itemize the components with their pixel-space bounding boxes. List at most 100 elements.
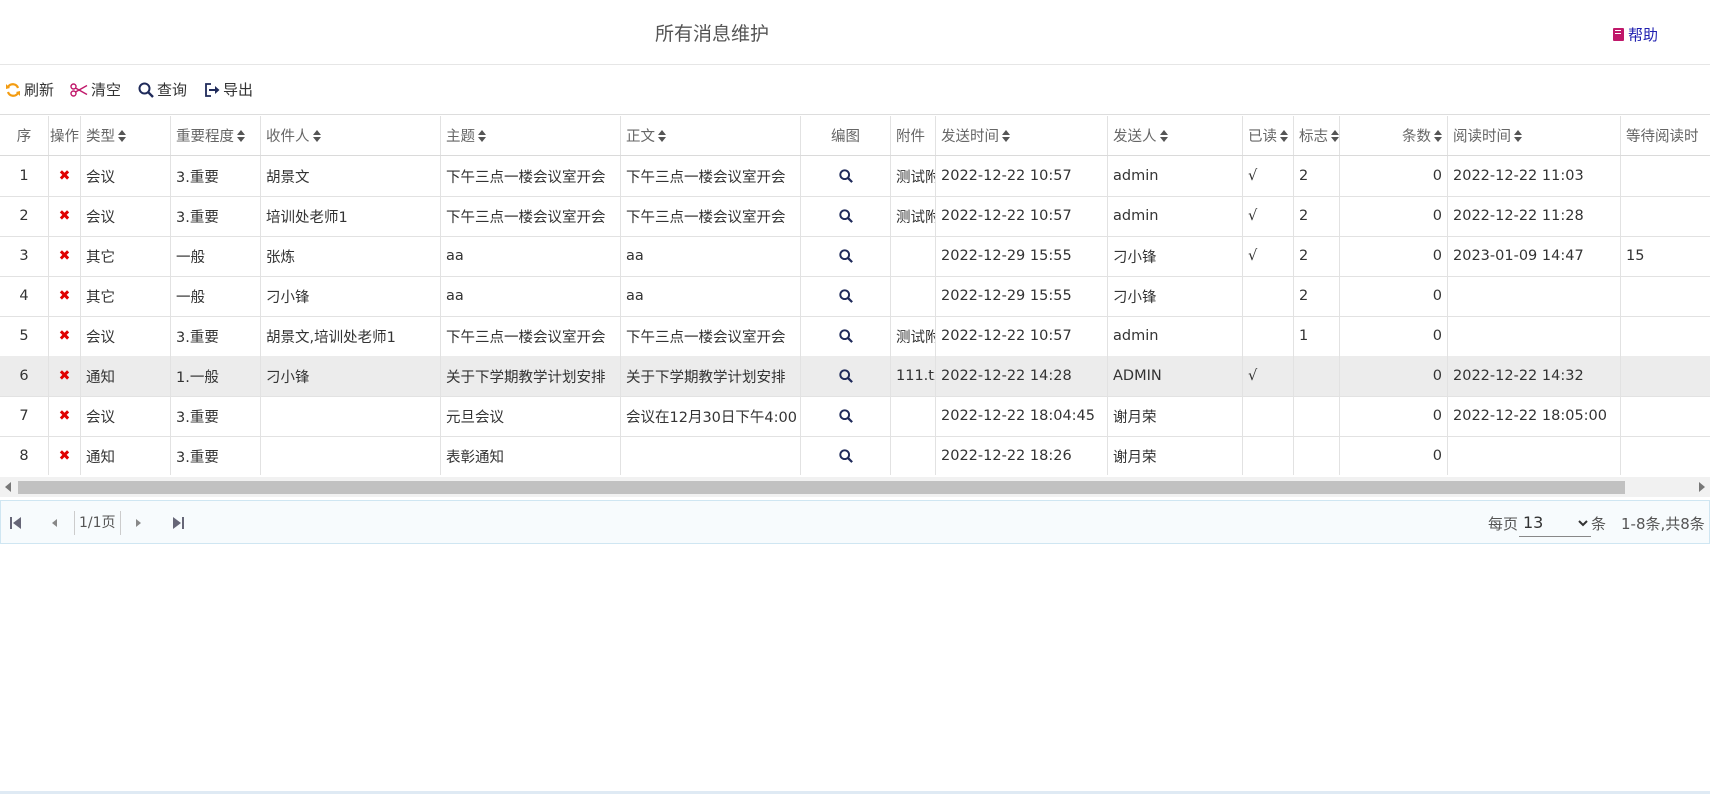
last-page-icon[interactable] (172, 516, 184, 530)
first-page-icon[interactable] (10, 516, 22, 530)
search-icon[interactable] (838, 409, 853, 423)
table-row[interactable]: 6✖通知1.一般刁小锋关于下学期教学计划安排关于下学期教学计划安排111.txt… (0, 356, 1710, 397)
cell-send-time: 2022-12-22 10:57 (936, 196, 1108, 236)
scroll-left-icon[interactable] (5, 482, 11, 492)
column-header-read-time[interactable]: 阅读时间 (1448, 116, 1621, 155)
cell-flag: 2 (1294, 196, 1340, 236)
column-header-send-time[interactable]: 发送时间 (936, 116, 1108, 155)
sort-icon[interactable] (1280, 129, 1288, 142)
sort-icon[interactable] (1331, 129, 1339, 142)
cell-subject: 表彰通知 (441, 436, 621, 475)
table-row[interactable]: 3 ✖ 其它 一般 张炼 aa aa 2022-12-29 15:55 刁小锋 √ 2 0 2023-0… (0, 236, 1710, 277)
column-header-wait: 等待阅读时 (1621, 116, 1710, 155)
cell-action: ✖ (49, 396, 81, 436)
delete-icon[interactable]: ✖ (59, 208, 71, 224)
column-header-read[interactable]: 已读 (1243, 116, 1294, 155)
record-range: 1-8条,共8条 (1621, 515, 1705, 533)
search-icon[interactable] (838, 449, 853, 463)
sort-icon[interactable] (118, 129, 126, 142)
search-icon[interactable] (838, 209, 853, 223)
cell-sender: admin (1108, 156, 1243, 196)
sort-icon[interactable] (478, 129, 486, 142)
query-button[interactable]: 查询 (138, 79, 187, 100)
sort-icon[interactable] (1002, 129, 1010, 142)
cell-action: ✖ (49, 156, 81, 196)
column-header-flag[interactable]: 标志 (1294, 116, 1340, 155)
column-header-importance[interactable]: 重要程度 (171, 116, 261, 155)
cell-type: 会议 (81, 396, 171, 436)
table-row[interactable]: 7 ✖ 会议 3.重要 元旦会议 会议在12月30日下午4:00 2022-12-22 18… (0, 396, 1710, 437)
column-header-attachment: 附件 (891, 116, 936, 155)
search-icon[interactable] (838, 169, 853, 183)
sort-icon[interactable] (312, 129, 321, 142)
cell-count: 0 (1340, 436, 1448, 475)
cell-recipient: 胡景文 (261, 156, 441, 196)
cell-seq: 3 (0, 236, 49, 276)
delete-icon[interactable]: ✖ (59, 368, 71, 384)
column-header-label: 类型 (86, 129, 115, 145)
cell-type: 通知 (81, 356, 171, 396)
refresh-icon (6, 82, 20, 97)
cell-read-time (1448, 436, 1621, 475)
delete-icon[interactable]: ✖ (59, 408, 71, 424)
cell-body: aa (621, 236, 801, 276)
delete-icon[interactable]: ✖ (59, 248, 71, 264)
column-header-label: 主题 (446, 129, 475, 145)
cell-sender: 刁小锋 (1108, 236, 1243, 276)
column-header-body[interactable]: 正文 (621, 116, 801, 155)
delete-icon[interactable]: ✖ (59, 328, 71, 344)
search-icon[interactable] (838, 329, 853, 343)
book-icon (1612, 28, 1624, 41)
cell-seq: 1 (0, 156, 49, 196)
next-page-icon[interactable] (134, 516, 142, 530)
column-header-label: 发送时间 (941, 129, 999, 145)
cell-attachment: 测试附件 (891, 196, 936, 236)
per-page-select[interactable]: 13 (1519, 509, 1591, 537)
help-link[interactable]: 帮助 (1612, 24, 1658, 45)
column-header-recipient[interactable]: 收件人 (261, 116, 441, 155)
cell-wait (1621, 196, 1710, 236)
search-icon[interactable] (838, 369, 853, 383)
page-info: 1/1页 (74, 511, 121, 535)
sort-icon[interactable] (1159, 129, 1168, 142)
cell-attachment: 测试附件 (891, 316, 936, 356)
delete-icon[interactable]: ✖ (59, 448, 71, 464)
cell-subject: 下午三点一楼会议室开会 (441, 196, 621, 236)
table-row[interactable]: 8 ✖ 通知 3.重要 表彰通知 2022-12-22 18:26 谢月荣 0 (0, 436, 1710, 475)
sort-icon[interactable] (237, 129, 245, 142)
cell-read-time: 2023-01-09 14:47 (1448, 236, 1621, 276)
column-header-label: 操作 (50, 129, 79, 145)
delete-icon[interactable]: ✖ (59, 288, 71, 304)
column-header-type[interactable]: 类型 (81, 116, 171, 155)
cell-body: aa (621, 276, 801, 316)
column-header-count[interactable]: 条数 (1340, 116, 1448, 155)
cell-seq: 4 (0, 276, 49, 316)
scrollbar-thumb[interactable] (18, 481, 1625, 494)
search-icon[interactable] (838, 249, 853, 263)
table-row[interactable]: 4 ✖ 其它 一般 刁小锋 aa aa 2022-12-29 15:55 刁小锋 2 0 (0, 276, 1710, 317)
sort-icon[interactable] (658, 129, 666, 142)
cell-preview (801, 356, 891, 396)
column-header-label: 编图 (831, 129, 860, 145)
cell-send-time: 2022-12-22 10:57 (936, 156, 1108, 196)
cell-count: 0 (1340, 196, 1448, 236)
search-icon[interactable] (838, 289, 853, 303)
column-header-label: 正文 (626, 129, 655, 145)
query-label: 查询 (157, 81, 188, 99)
column-header-label: 已读 (1248, 129, 1277, 145)
column-header-subject[interactable]: 主题 (441, 116, 621, 155)
refresh-button[interactable]: 刷新 (5, 79, 54, 100)
table-row[interactable]: 2✖会议3.重要培训处老师1下午三点一楼会议室开会下午三点一楼会议室开会测试附件… (0, 196, 1710, 237)
table-row[interactable]: 5 ✖ 会议 3.重要 胡景文,培训处老师1 下午三点一楼会议室开会 下午三点一楼会议室开会… (0, 316, 1710, 357)
horizontal-scrollbar[interactable] (0, 477, 1710, 497)
table-row[interactable]: 1✖会议3.重要胡景文下午三点一楼会议室开会下午三点一楼会议室开会测试附件202… (0, 156, 1710, 197)
prev-page-icon[interactable] (51, 516, 59, 530)
clear-button[interactable]: 清空 (70, 79, 121, 100)
sort-icon[interactable] (1514, 129, 1522, 142)
export-button[interactable]: 导出 (204, 79, 253, 100)
cell-send-time: 2022-12-22 14:28 (936, 356, 1108, 396)
sort-icon[interactable] (1434, 129, 1442, 142)
scroll-right-icon[interactable] (1699, 482, 1705, 492)
delete-icon[interactable]: ✖ (59, 168, 71, 184)
column-header-sender[interactable]: 发送人 (1108, 116, 1243, 155)
